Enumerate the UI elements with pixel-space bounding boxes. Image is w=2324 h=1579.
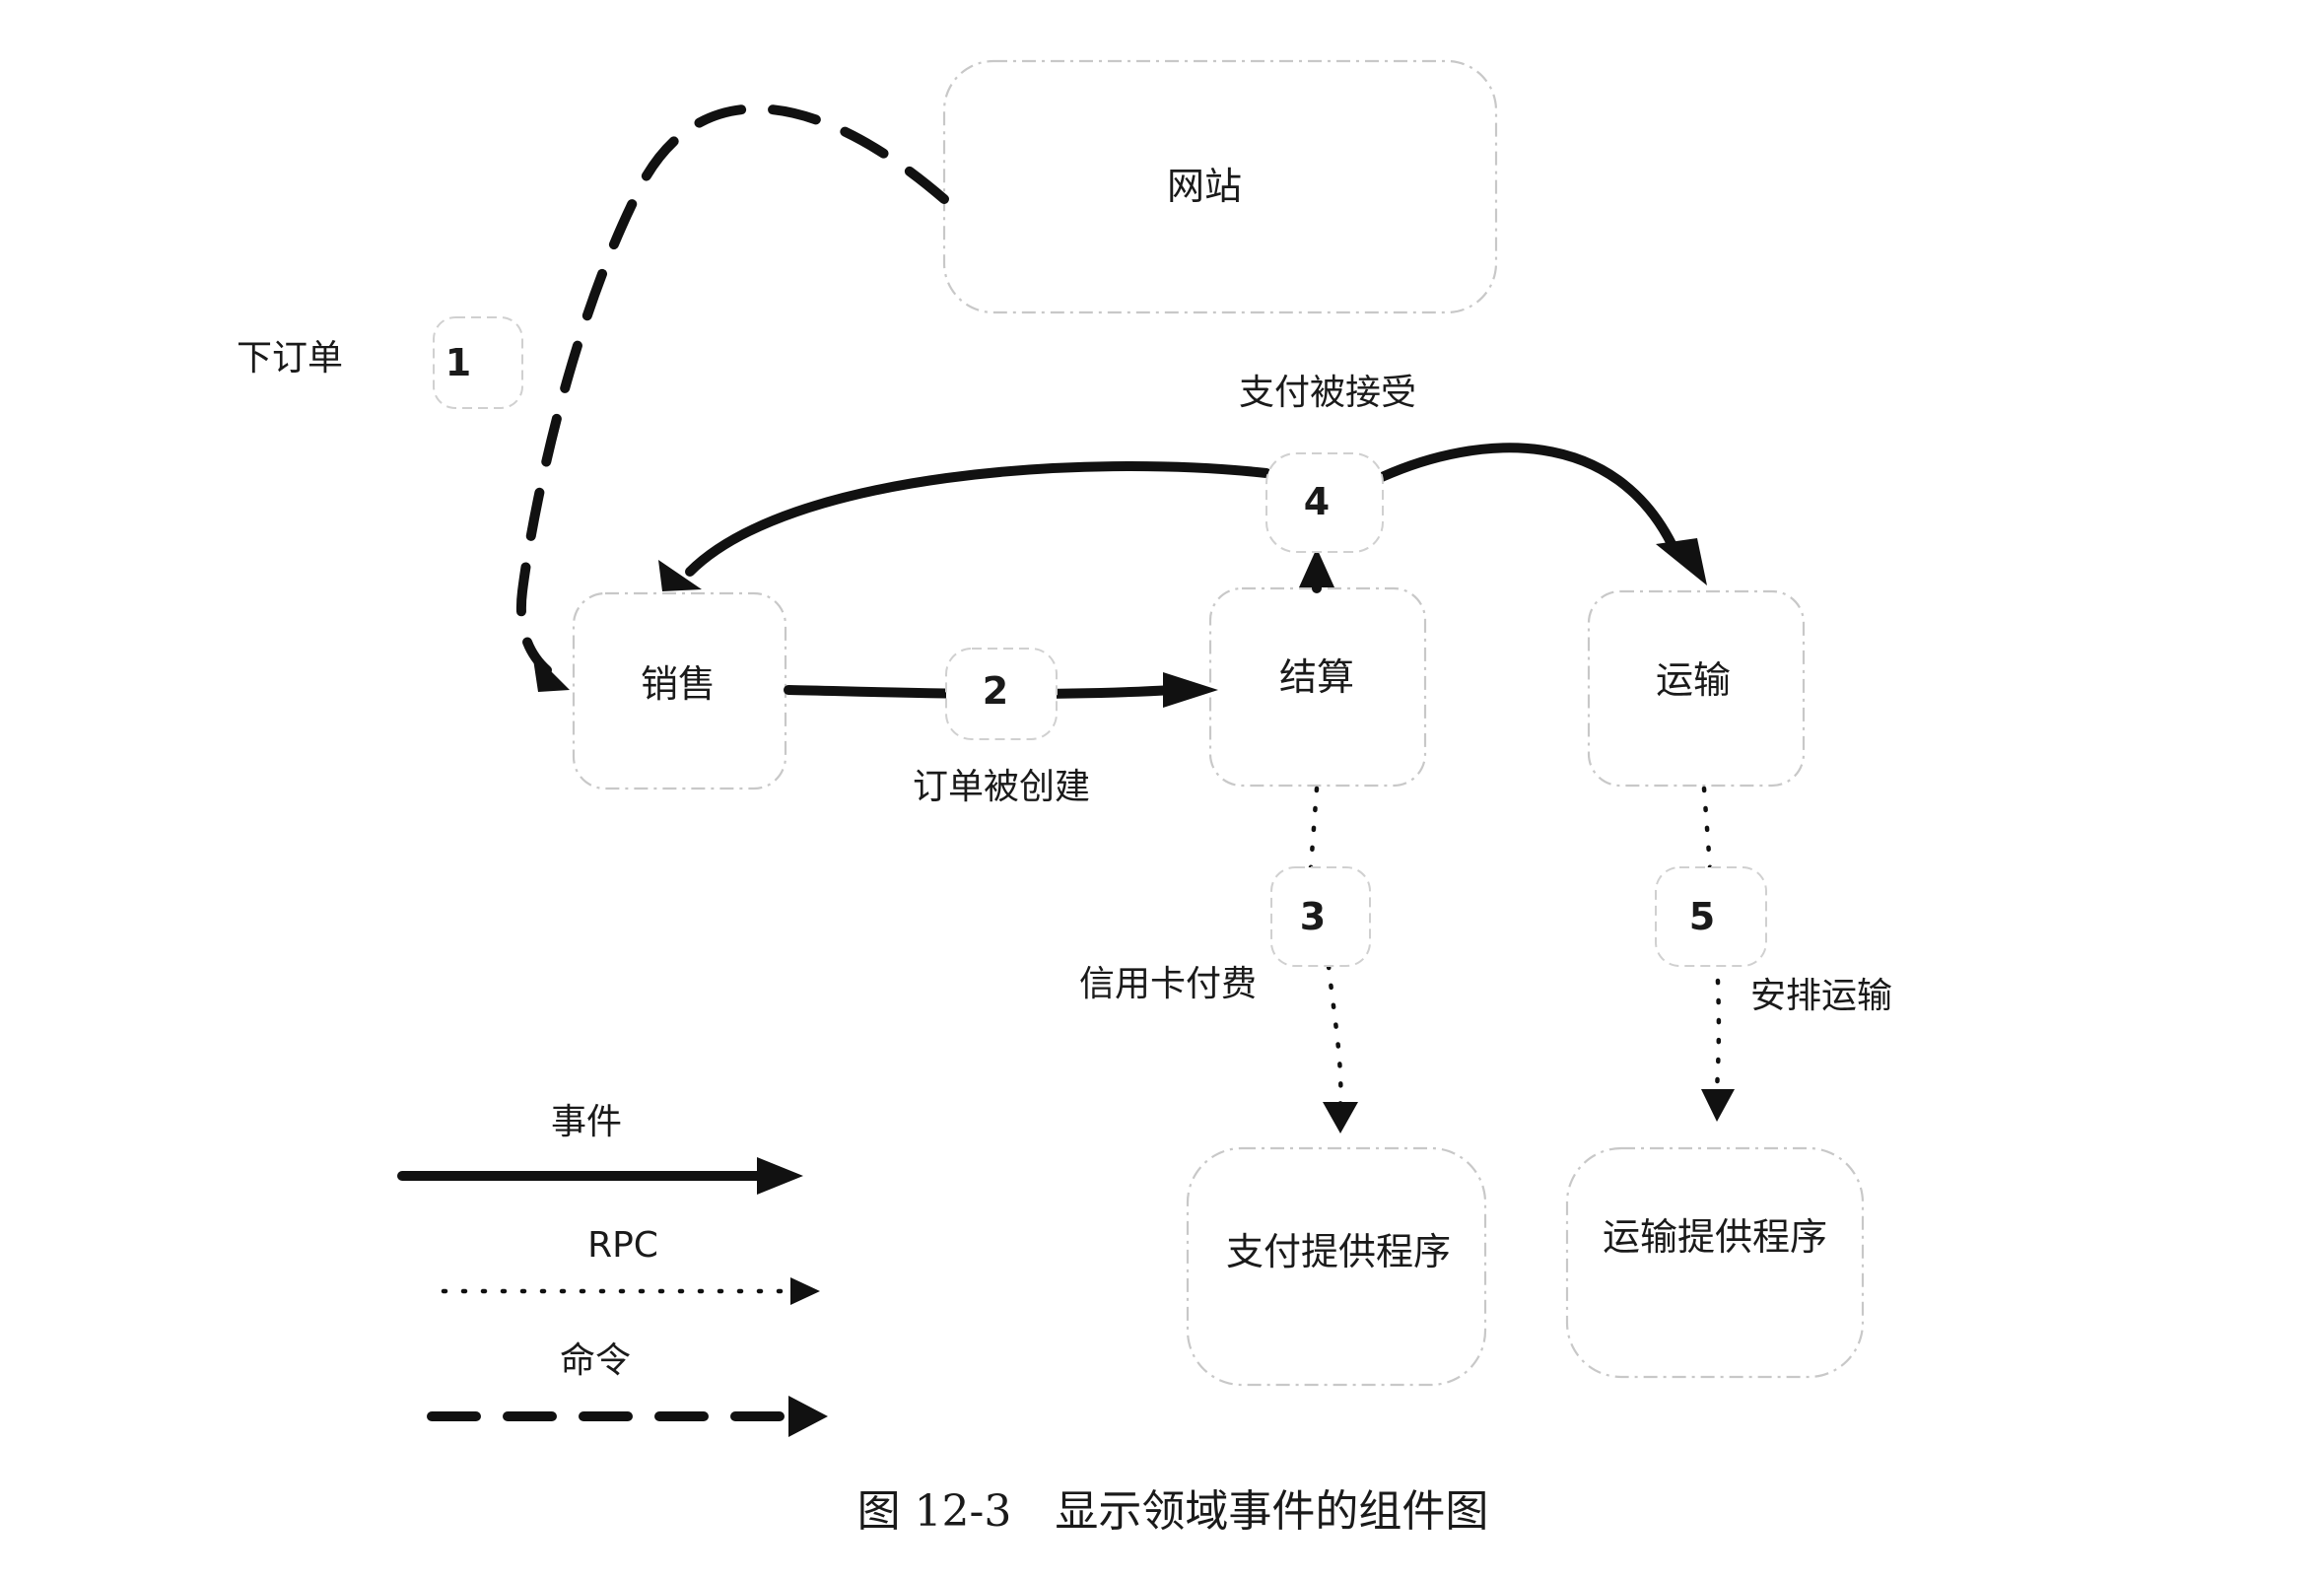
- step-5-label: 安排运输: [1750, 976, 1892, 1016]
- figure-caption: 图 12-3 显示领域事件的组件图: [857, 1486, 1489, 1537]
- legend-command-label: 命令: [560, 1340, 631, 1381]
- step-3-badge: 3: [1270, 866, 1371, 967]
- step-5-badge: 5: [1655, 866, 1767, 967]
- node-website-label: 网站: [1167, 165, 1242, 208]
- step-2-label: 订单被创建: [913, 767, 1090, 807]
- node-shipping: 运输: [1587, 589, 1806, 788]
- event-arrow-payment-accepted-to-shipping: [1377, 443, 1707, 585]
- node-payment-provider-label: 支付提供程序: [1226, 1230, 1451, 1273]
- node-shipping-provider: 运输提供程序: [1565, 1146, 1865, 1379]
- node-checkout-label: 结算: [1279, 655, 1354, 699]
- step-2-number: 2: [983, 669, 1008, 713]
- node-payment-provider: 支付提供程序: [1186, 1146, 1487, 1387]
- event-arrow-payment-accepted-to-sales: [658, 461, 1271, 591]
- legend: 事件 RPC 命令: [397, 1102, 828, 1437]
- event-arrow-checkout-up: [1299, 548, 1334, 593]
- step-4-label: 支付被接受: [1239, 373, 1416, 413]
- node-website: 网站: [942, 59, 1498, 314]
- step-5-number: 5: [1689, 895, 1715, 938]
- node-sales: 销售: [572, 591, 787, 790]
- step-1-badge: 1: [433, 316, 523, 409]
- legend-rpc-label: RPC: [587, 1225, 658, 1266]
- node-sales-label: 销售: [641, 662, 716, 706]
- legend-event-label: 事件: [551, 1102, 622, 1142]
- step-1-number: 1: [445, 341, 471, 384]
- step-4-number: 4: [1304, 480, 1330, 523]
- step-3-number: 3: [1300, 895, 1326, 938]
- node-shipping-label: 运输: [1656, 658, 1731, 702]
- node-checkout: 结算: [1208, 586, 1427, 788]
- step-1-label: 下订单: [237, 338, 343, 378]
- node-shipping-provider-label: 运输提供程序: [1603, 1215, 1827, 1259]
- legend-event-line: [397, 1157, 803, 1195]
- component-diagram: 网站 销售 结算 运输 支付提供程序 运输提供程序 1 2 3 4 5 下订单 …: [237, 59, 1892, 1537]
- step-4-badge: 4: [1265, 452, 1384, 553]
- step-3-label: 信用卡付费: [1079, 964, 1257, 1004]
- legend-rpc-line: [441, 1277, 820, 1305]
- step-2-badge: 2: [945, 648, 1058, 740]
- legend-command-line: [427, 1396, 828, 1437]
